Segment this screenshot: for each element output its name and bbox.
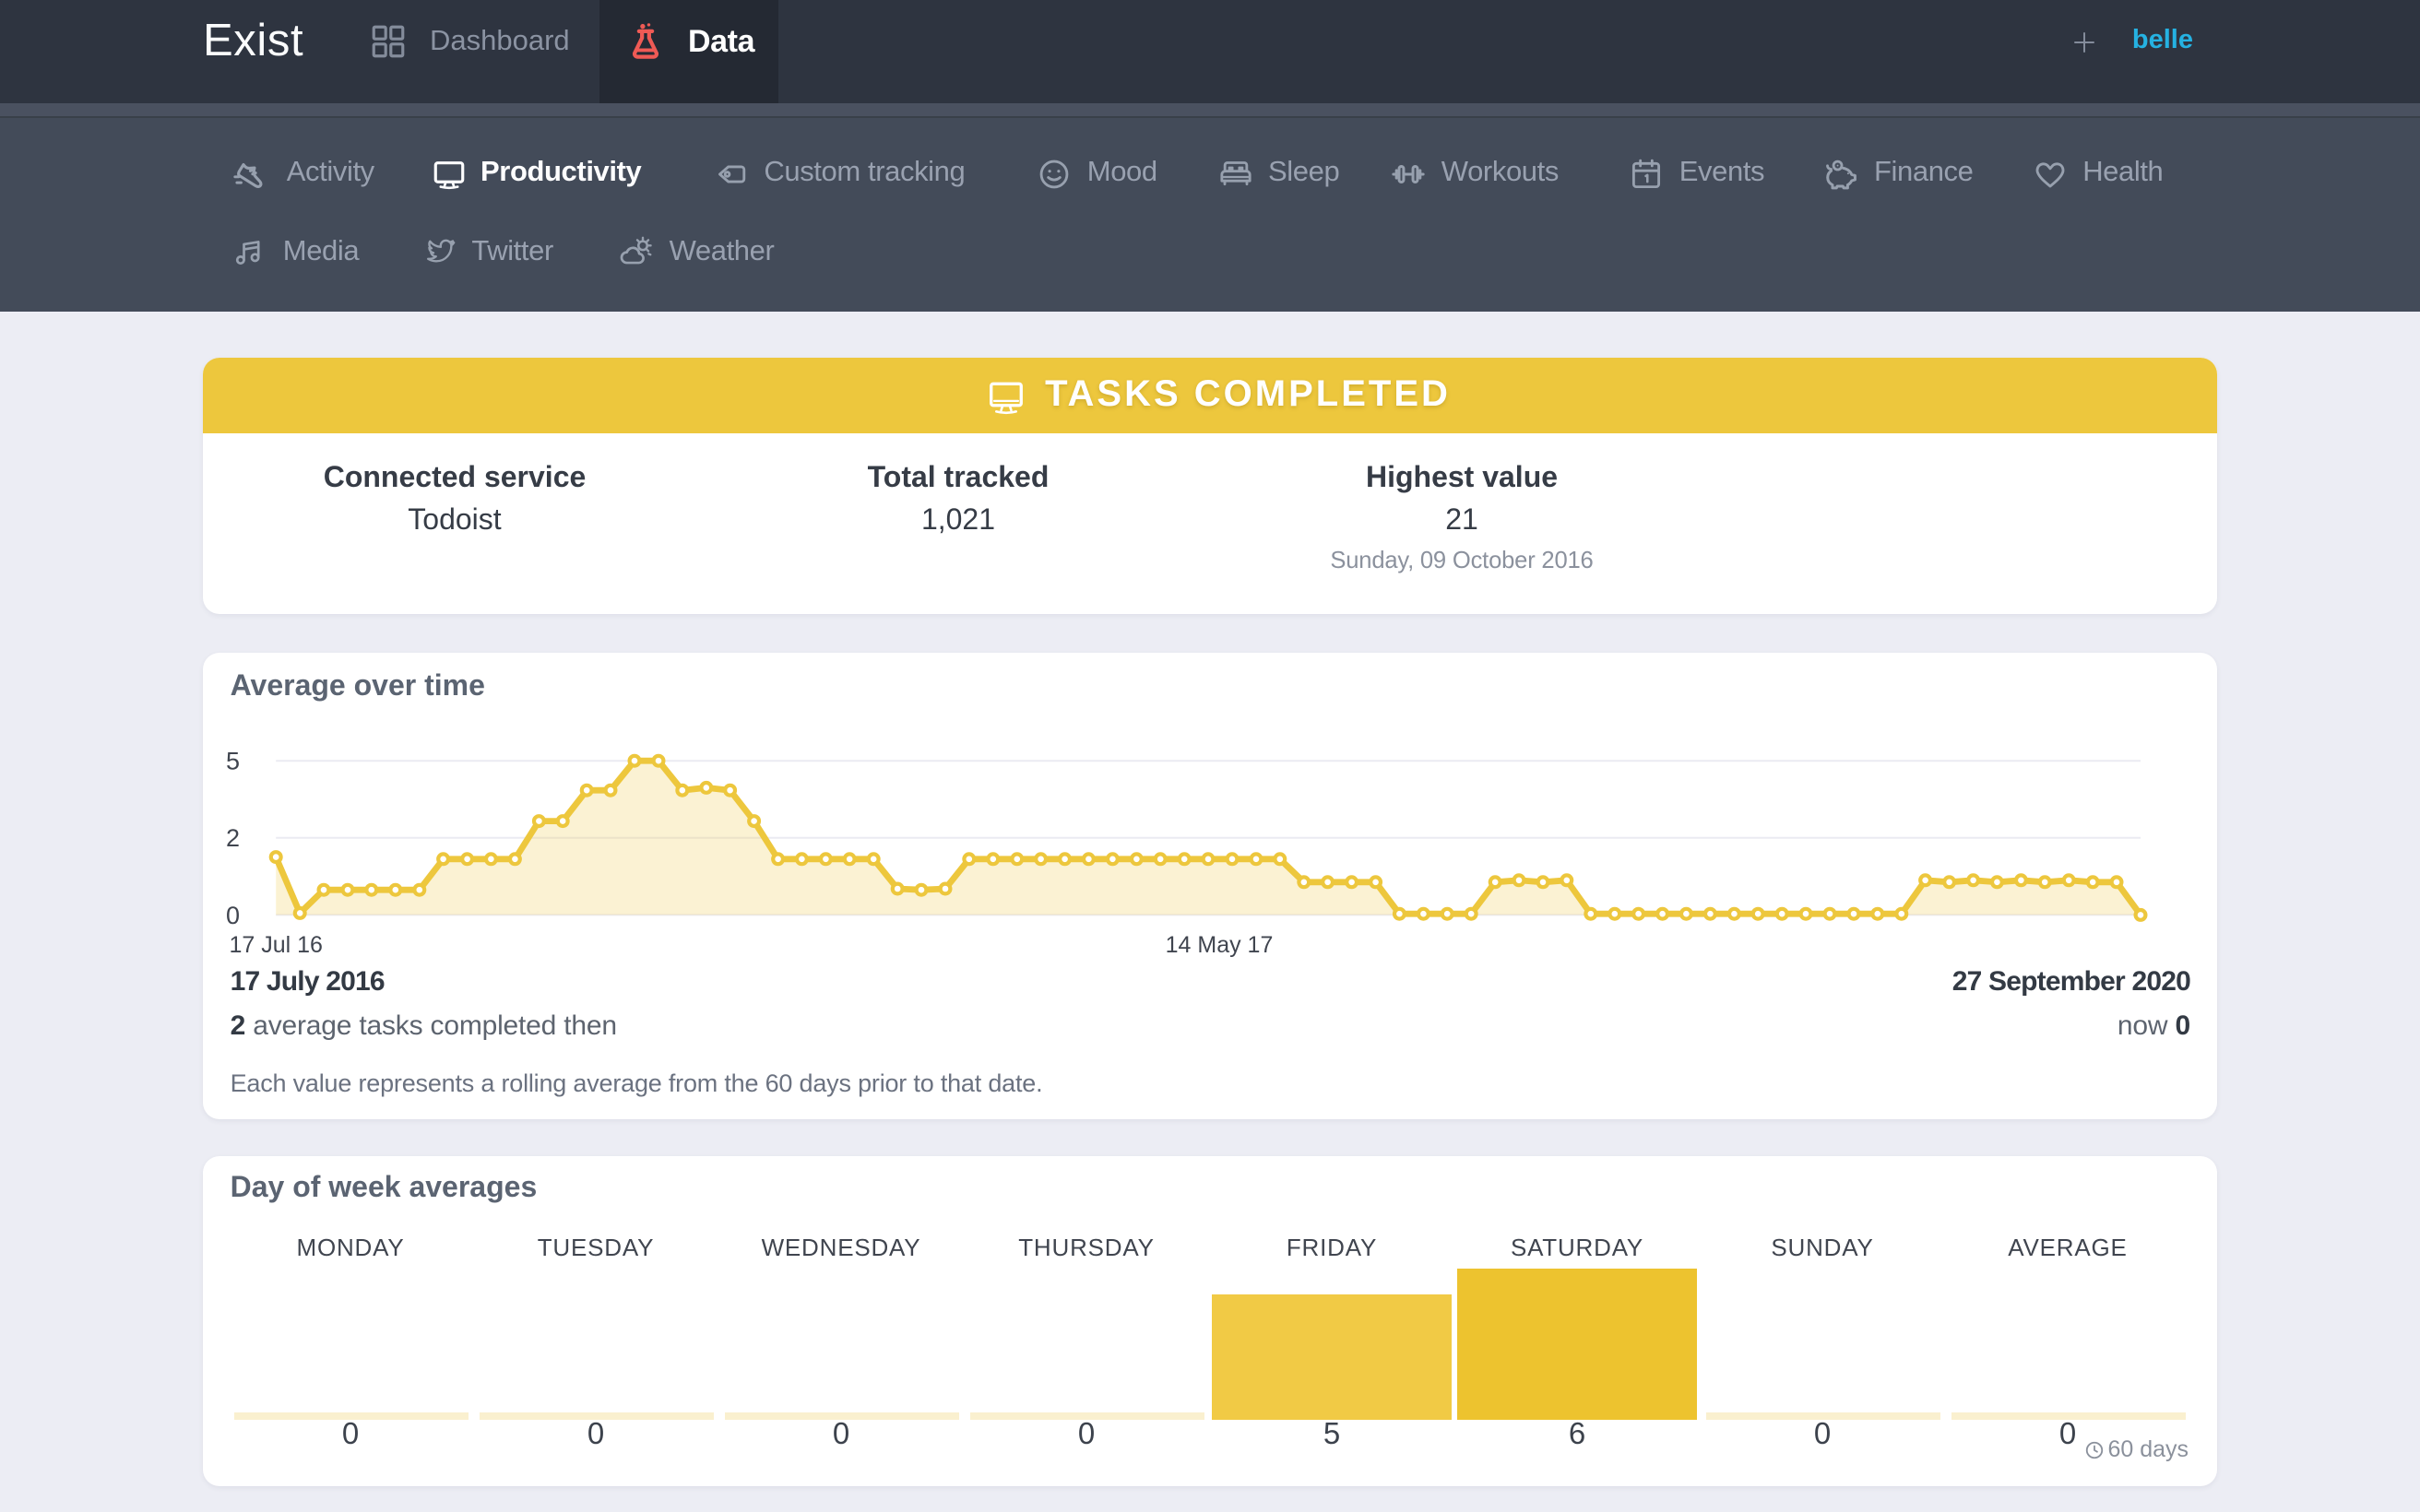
svg-text:5: 5: [226, 748, 240, 775]
svg-text:17 Jul 16: 17 Jul 16: [229, 933, 322, 959]
svg-text:14 May 17: 14 May 17: [1166, 933, 1274, 959]
svg-text:0: 0: [226, 902, 240, 929]
svg-text:2: 2: [226, 825, 240, 853]
